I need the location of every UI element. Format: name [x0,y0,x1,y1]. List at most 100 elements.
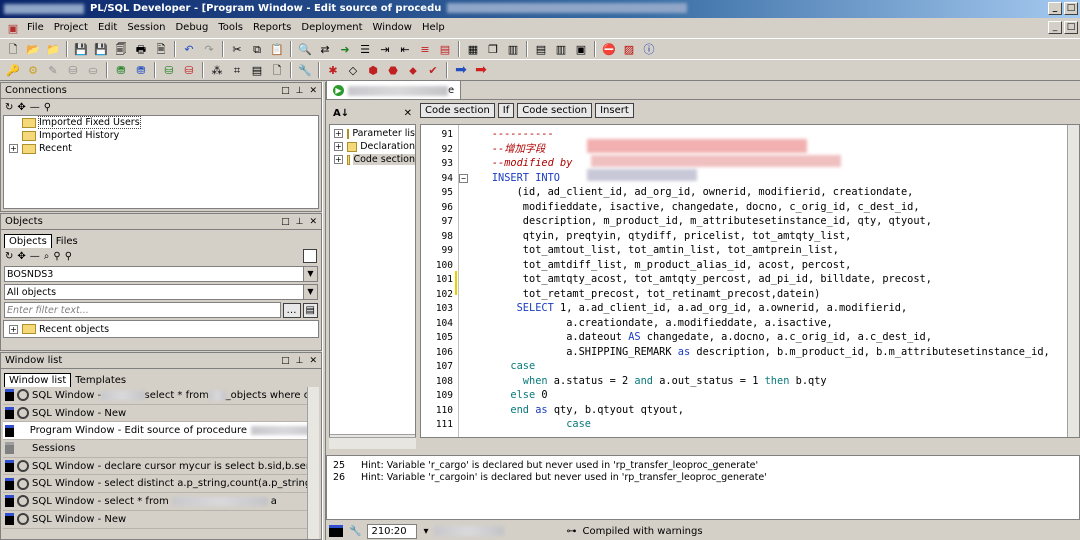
window-list-item[interactable]: SQL Window - New [3,511,319,529]
code-line[interactable]: 100 tot_amtdiff_list, m_product_alias_id… [421,258,1079,273]
save-as-icon[interactable]: 💾 [92,40,110,58]
doc-icon[interactable]: 🗋 [268,61,286,79]
expand-icon[interactable]: + [334,155,343,164]
window-list-item-selected[interactable]: Program Window - Edit source of procedur… [3,422,319,441]
window-tile-icon[interactable]: ▦ [464,40,482,58]
find-icon[interactable]: ⌕ [44,251,50,262]
expand-icon[interactable]: + [334,129,343,138]
add-icon[interactable]: ✥ [17,251,25,262]
stop-icon[interactable]: ⛔ [600,40,618,58]
code-line[interactable]: 97 description, m_product_id, m_attribut… [421,214,1079,229]
schema-select[interactable]: BOSNDS3 ▼ [4,266,318,282]
code-line[interactable]: 111 case [421,417,1079,432]
forward-icon[interactable]: ➡ [472,61,490,79]
code-line[interactable]: 92 --增加字段 [421,142,1079,157]
open-icon[interactable]: 📂 [24,40,42,58]
break-icon[interactable]: ✎ [44,61,62,79]
tools-icon[interactable]: 🔧 [296,61,314,79]
menu-help[interactable]: Help [417,18,450,38]
mdi-minimize-button[interactable]: _ [1048,21,1062,34]
close-icon[interactable]: ✕ [404,108,412,119]
chevron-down-icon[interactable]: ▾ [423,526,428,537]
properties-icon[interactable]: ⚲ [44,102,51,113]
code-line[interactable]: 103 SELECT 1, a.ad_client_id, a.ad_org_i… [421,301,1079,316]
menu-debug[interactable]: Debug [170,18,213,38]
color-box[interactable] [303,249,317,263]
report-icon[interactable]: ▤ [248,61,266,79]
new-icon[interactable]: 🗋 [4,40,22,58]
test-icon[interactable]: ⛃ [132,61,150,79]
code-section-button[interactable]: Code section [420,102,495,118]
panel-pin-icon[interactable]: ⊥ [296,356,304,366]
window-list-item[interactable]: SQL Window - select distinct a.p_string,… [3,475,319,494]
code-line[interactable]: 105 a.dateout AS changedate, a.docno, a.… [421,330,1079,345]
window-list-item[interactable]: SQL Window - New [3,405,319,423]
chevron-down-icon[interactable]: ▼ [303,285,317,299]
window-list-item[interactable]: SQL Window - select * from _objects where… [3,387,319,405]
undo-icon[interactable]: ↶ [180,40,198,58]
code-line[interactable]: 98 qtyin, preqtyin, qtydiff, pricelist, … [421,229,1079,244]
step-icon[interactable]: ⬣ [384,61,402,79]
panel-float-icon[interactable]: □ [281,217,290,227]
rollback-icon[interactable]: ⛀ [84,61,102,79]
panel-float-icon[interactable]: □ [281,86,290,96]
code-line[interactable]: 110 end as qty, b.qtyout qtyout, [421,403,1079,418]
tab-files[interactable]: Files [52,235,82,248]
redo-icon[interactable]: ↷ [200,40,218,58]
program-window-tab[interactable]: ▶ e [326,80,462,100]
object-type-select[interactable]: All objects ▼ [4,284,318,300]
info-icon[interactable]: ⓘ [640,40,658,58]
tab-templates[interactable]: Templates [71,374,130,387]
filter-more-button[interactable]: … [282,302,301,318]
filter-input[interactable]: Enter filter text... [4,302,281,318]
filter-icon[interactable]: ⚲ [53,251,60,262]
code-line[interactable]: 91 ---------- [421,127,1079,142]
code-line[interactable]: 107 case [421,359,1079,374]
sort-icon[interactable]: A↓ [333,108,349,119]
window-list-icon[interactable]: ▥ [504,40,522,58]
key-icon[interactable]: 🔑 [4,61,22,79]
nav-item-declaration[interactable]: + Declaration [330,140,415,153]
expand-icon[interactable]: + [9,144,18,153]
menu-tools[interactable]: Tools [213,18,248,38]
compile-icon[interactable]: ⛃ [112,61,130,79]
tree-item-recent[interactable]: + Recent [4,142,318,155]
remove-icon[interactable]: — [30,102,40,113]
tree-item-recent-objects[interactable]: + Recent objects [4,321,318,337]
window-list-scrollbar[interactable] [307,387,319,539]
paste-icon[interactable]: 📋 [268,40,286,58]
open-project-icon[interactable]: 📁 [44,40,62,58]
print-preview-icon[interactable]: 🗎 [152,40,170,58]
window-list-item[interactable]: SQL Window - declare cursor mycur is sel… [3,458,319,476]
db-2-icon[interactable]: ⛁ [180,61,198,79]
code-editor[interactable]: 91 ---------- 92 --增加字段 93 --modified by 94… [420,124,1080,438]
nav-item-code-section[interactable]: + Code section [330,153,415,166]
goto-icon[interactable]: ➜ [336,40,354,58]
save-icon[interactable]: 💾 [72,40,90,58]
code-line[interactable]: 94− INSERT INTO [421,171,1079,186]
print-icon[interactable]: 🖶 [132,40,150,58]
hint-row[interactable]: 25 Hint: Variable 'r_cargo' is declared b… [327,460,1079,472]
code-line[interactable]: 95 (id, ad_client_id, ad_org_id, ownerid… [421,185,1079,200]
menu-deployment[interactable]: Deployment [296,18,367,38]
indent-icon[interactable]: ⇥ [376,40,394,58]
window-arrange-icon[interactable]: ▣ [572,40,590,58]
code-hscroll[interactable] [329,437,416,449]
code-line[interactable]: 93 --modified by [421,156,1079,171]
window-cascade-icon[interactable]: ❐ [484,40,502,58]
wrench-icon[interactable]: 🔧 [349,526,361,537]
menu-session[interactable]: Session [122,18,170,38]
refresh-icon[interactable]: ↻ [5,251,13,262]
replace-icon[interactable]: ⇄ [316,40,334,58]
step-into-icon[interactable]: ⬥ [404,61,422,79]
format-icon[interactable]: ≡ [416,40,434,58]
pdf-icon[interactable]: ▨ [620,40,638,58]
unindent-icon[interactable]: ⇤ [396,40,414,58]
panel-close-icon[interactable]: ✕ [309,356,317,366]
menu-file[interactable]: File [22,18,49,38]
menu-window[interactable]: Window [368,18,417,38]
menu-edit[interactable]: Edit [93,18,122,38]
tree-item-imported-fixed-users[interactable]: Imported Fixed Users [4,116,318,129]
beautify-icon[interactable]: ▤ [436,40,454,58]
cut-icon[interactable]: ✂ [228,40,246,58]
